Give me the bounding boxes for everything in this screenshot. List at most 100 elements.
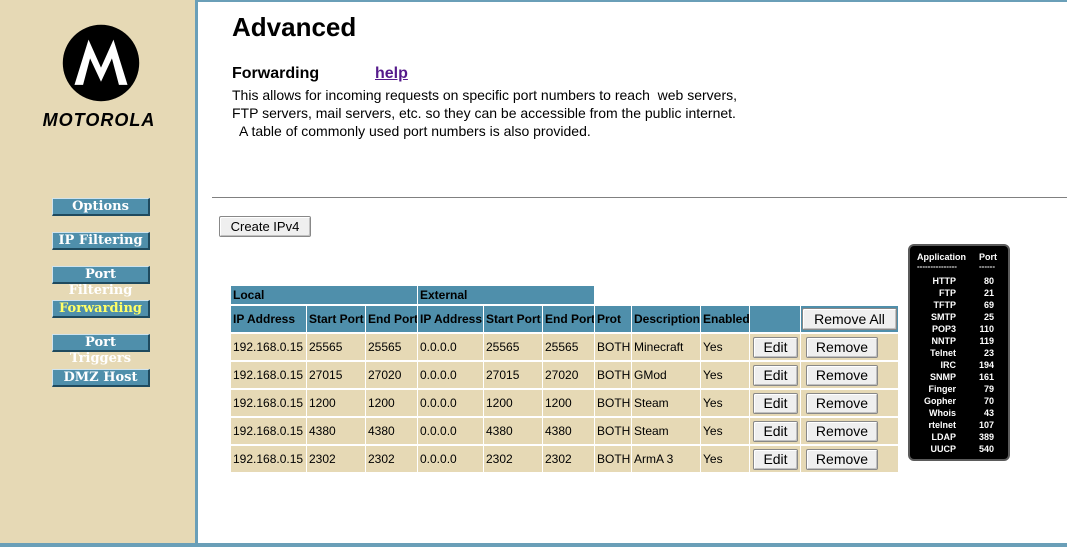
column-header-local-ip: IP Address <box>231 306 306 332</box>
external-ip-cell: 0.0.0.0 <box>418 446 483 472</box>
local-ip-cell: 192.168.0.15 <box>231 446 306 472</box>
sidebar-item-options[interactable]: Options <box>52 198 150 216</box>
local-ip-cell: 192.168.0.15 <box>231 418 306 444</box>
port-reference-row: SMTP 25 <box>910 311 1008 323</box>
external-start-port-cell: 27015 <box>484 362 542 388</box>
port-reference-header-application: Application <box>917 252 966 262</box>
protocol-cell: BOTH <box>595 362 631 388</box>
port-reference-separator: ------ <box>979 262 995 271</box>
port-reference-app: TFTP <box>933 300 957 310</box>
port-reference-app: LDAP <box>931 432 957 442</box>
column-header-external-start-port: Start Port <box>484 306 542 332</box>
port-reference-row: LDAP 389 <box>910 431 1008 443</box>
section-title: Forwarding <box>232 65 320 82</box>
port-reference-app: Telnet <box>930 348 956 358</box>
port-reference-app: HTTP <box>932 276 957 286</box>
sidebar-item-forwarding[interactable]: Forwarding <box>52 300 150 318</box>
local-start-port-cell: 25565 <box>307 334 365 360</box>
external-start-port-cell: 4380 <box>484 418 542 444</box>
sidebar-item-ip-filtering[interactable]: IP Filtering <box>52 232 150 250</box>
external-end-port-cell: 1200 <box>543 390 594 416</box>
local-start-port-cell: 1200 <box>307 390 365 416</box>
port-reference-row: rtelnet 107 <box>910 419 1008 431</box>
port-reference-port: 161 <box>978 372 994 382</box>
create-ipv4-button[interactable]: Create IPv4 <box>219 216 311 237</box>
description-line: This allows for incoming requests on spe… <box>232 87 737 103</box>
sidebar-item-port-triggers[interactable]: Port Triggers <box>52 334 150 366</box>
column-header-protocol: Prot <box>595 306 631 332</box>
port-reference-port: 70 <box>983 396 994 406</box>
external-start-port-cell: 2302 <box>484 446 542 472</box>
description: This allows for incoming requests on spe… <box>232 86 792 140</box>
description-line: A table of commonly used port numbers is… <box>232 123 591 139</box>
enabled-cell: Yes <box>701 390 749 416</box>
column-header-enabled: Enabled <box>701 306 749 332</box>
external-ip-cell: 0.0.0.0 <box>418 362 483 388</box>
external-start-port-cell: 1200 <box>484 390 542 416</box>
edit-button[interactable]: Edit <box>753 337 798 358</box>
port-reference-row: UUCP 540 <box>910 443 1008 455</box>
port-reference-app: Finger <box>928 384 956 394</box>
port-reference-app: POP3 <box>931 324 956 334</box>
local-ip-cell: 192.168.0.15 <box>231 334 306 360</box>
protocol-cell: BOTH <box>595 446 631 472</box>
port-reference-port: 540 <box>978 444 994 454</box>
port-reference-app: SNMP <box>929 372 956 382</box>
page-title: Advanced <box>232 12 357 42</box>
remove-button[interactable]: Remove <box>806 337 878 358</box>
port-reference-row: TFTP 69 <box>910 299 1008 311</box>
port-reference-port: 110 <box>979 324 994 334</box>
port-reference-row: FTP 21 <box>910 287 1008 299</box>
remove-button[interactable]: Remove <box>806 365 878 386</box>
sidebar-item-dmz-host[interactable]: DMZ Host <box>52 369 150 387</box>
remove-all-button[interactable]: Remove All <box>802 308 897 330</box>
port-reference-row: IRC 194 <box>910 359 1008 371</box>
port-reference-app: SMTP <box>930 312 956 322</box>
port-reference-app: UUCP <box>930 444 956 454</box>
port-reference-row: Gopher 70 <box>910 395 1008 407</box>
external-group-header: External <box>418 286 594 304</box>
local-group-header: Local <box>231 286 417 304</box>
enabled-cell: Yes <box>701 446 749 472</box>
port-reference-row: Telnet 23 <box>910 347 1008 359</box>
port-reference-port: 119 <box>979 336 994 346</box>
edit-button[interactable]: Edit <box>753 393 798 414</box>
column-header-local-start-port: Start Port <box>307 306 365 332</box>
local-start-port-cell: 4380 <box>307 418 365 444</box>
port-reference-row: NNTP 119 <box>910 335 1008 347</box>
edit-button[interactable]: Edit <box>753 365 798 386</box>
external-end-port-cell: 4380 <box>543 418 594 444</box>
local-start-port-cell: 27015 <box>307 362 365 388</box>
local-ip-cell: 192.168.0.15 <box>231 390 306 416</box>
top-border <box>198 0 1067 2</box>
enabled-cell: Yes <box>701 334 749 360</box>
help-link[interactable]: help <box>375 65 408 83</box>
local-end-port-cell: 2302 <box>366 446 417 472</box>
external-ip-cell: 0.0.0.0 <box>418 418 483 444</box>
protocol-cell: BOTH <box>595 418 631 444</box>
local-end-port-cell: 25565 <box>366 334 417 360</box>
edit-button[interactable]: Edit <box>753 421 798 442</box>
port-reference-port: 80 <box>983 276 994 286</box>
port-reference-port: 43 <box>983 408 994 418</box>
port-reference-port: 69 <box>983 300 994 310</box>
column-header-local-end-port: End Port <box>366 306 417 332</box>
column-header-description: Description <box>632 306 700 332</box>
remove-button[interactable]: Remove <box>806 393 878 414</box>
edit-button[interactable]: Edit <box>753 449 798 470</box>
external-ip-cell: 0.0.0.0 <box>418 334 483 360</box>
port-reference-app: rtelnet <box>928 420 956 430</box>
port-reference-port: 23 <box>983 348 994 358</box>
remove-button[interactable]: Remove <box>806 449 878 470</box>
port-reference-row: POP3 110 <box>910 323 1008 335</box>
local-end-port-cell: 27020 <box>366 362 417 388</box>
port-reference-app: NNTP <box>931 336 957 346</box>
description-cell: Steam <box>632 418 700 444</box>
bottom-border <box>0 543 1067 547</box>
port-reference-row: SNMP 161 <box>910 371 1008 383</box>
enabled-cell: Yes <box>701 418 749 444</box>
sidebar-item-port-filtering[interactable]: Port Filtering <box>52 266 150 298</box>
remove-button[interactable]: Remove <box>806 421 878 442</box>
external-end-port-cell: 2302 <box>543 446 594 472</box>
sidebar: MOTOROLA Options IP Filtering Port Filte… <box>0 0 198 547</box>
